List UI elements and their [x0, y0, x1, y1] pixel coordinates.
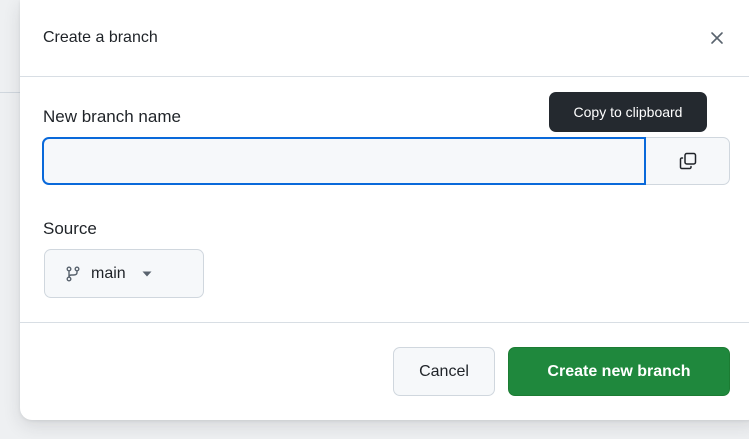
branch-name-input[interactable] [42, 137, 646, 185]
cancel-button[interactable]: Cancel [393, 347, 495, 396]
branch-name-label: New branch name [43, 107, 181, 126]
source-branch-value: main [91, 264, 126, 282]
create-new-branch-button[interactable]: Create new branch [508, 347, 730, 396]
source-label: Source [43, 219, 97, 238]
backdrop-divider [0, 92, 22, 93]
dialog-header: Create a branch [20, 0, 749, 77]
git-branch-icon [65, 266, 81, 282]
footer-divider [20, 322, 749, 323]
copy-tooltip: Copy to clipboard [549, 92, 707, 132]
close-icon [711, 32, 723, 44]
close-button[interactable] [703, 24, 731, 52]
source-branch-select[interactable]: main [44, 249, 204, 298]
triangle-down-icon [142, 271, 152, 277]
dialog-title: Create a branch [43, 29, 158, 46]
copy-icon [679, 152, 696, 170]
copy-to-clipboard-button[interactable] [646, 137, 730, 185]
create-branch-dialog: Create a branch New branch name Copy to … [20, 0, 749, 420]
